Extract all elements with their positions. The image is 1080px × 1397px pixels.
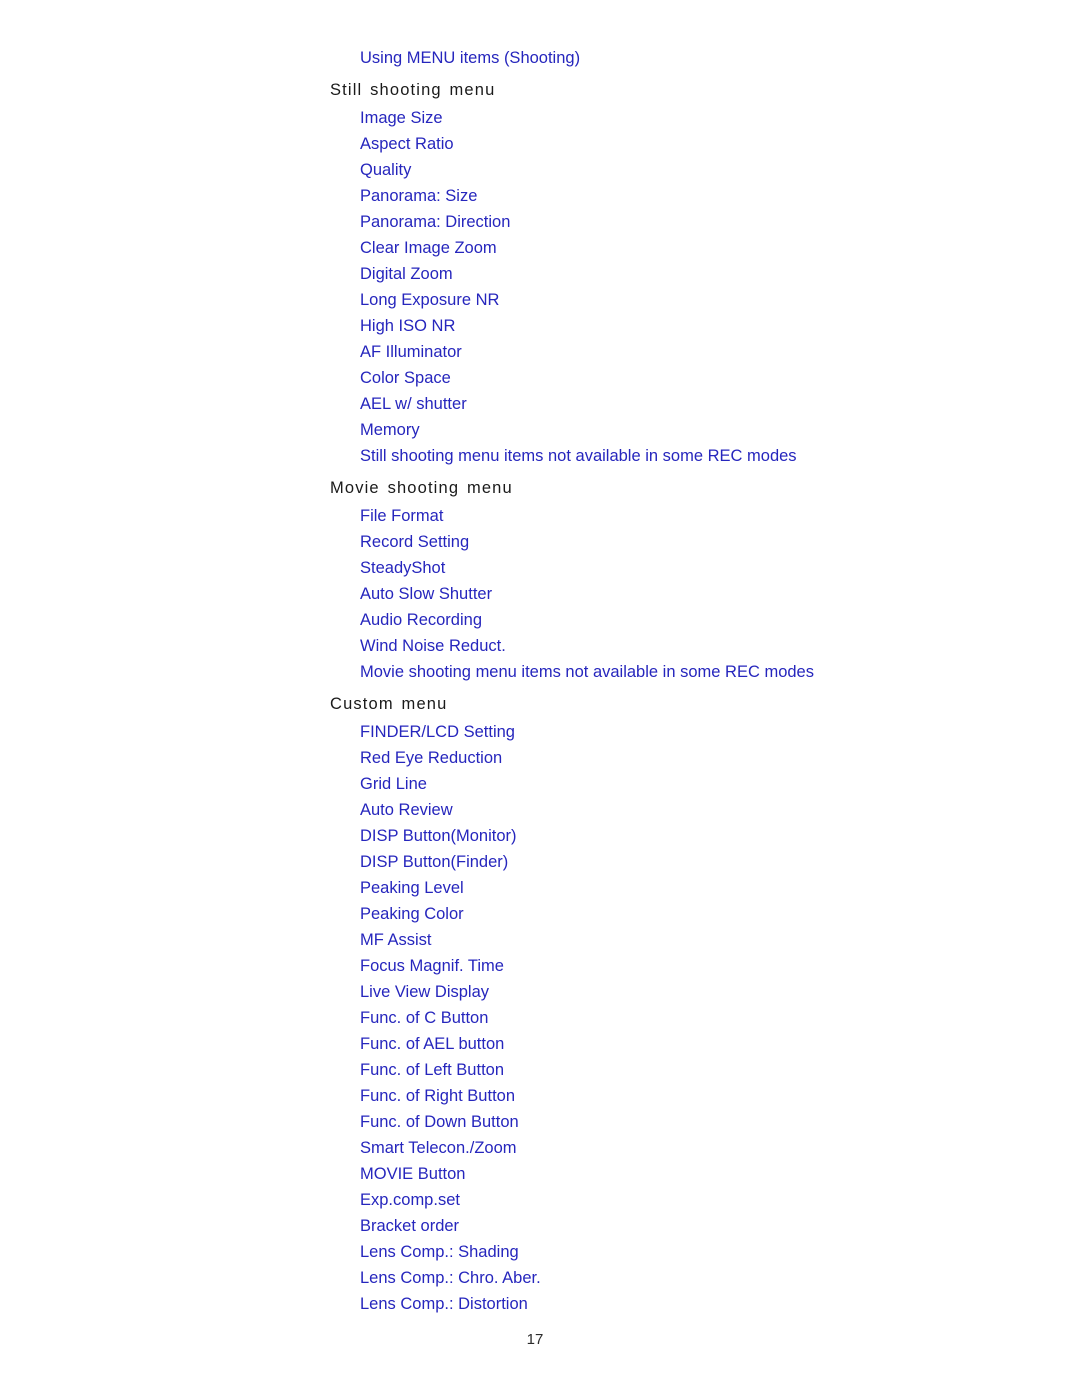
toc-link[interactable]: Func. of C Button	[360, 1005, 1020, 1031]
toc-link[interactable]: Func. of Left Button	[360, 1057, 1020, 1083]
toc-sections: Still shooting menu Image Size Aspect Rati…	[330, 77, 1020, 1317]
toc-link[interactable]: Color Space	[360, 365, 1020, 391]
toc-link[interactable]: Exp.comp.set	[360, 1187, 1020, 1213]
page-number-value: 17	[526, 1331, 544, 1348]
toc-link[interactable]: Auto Review	[360, 797, 1020, 823]
toc-section: Custom menu FINDER/LCD Setting Red Eye Red…	[330, 691, 1020, 1317]
document-page: Using MENU items (Shooting) Still shooti…	[0, 0, 1080, 1397]
toc-link[interactable]: Movie shooting menu items not available …	[360, 659, 1020, 685]
toc-link[interactable]: DISP Button(Finder)	[360, 849, 1020, 875]
toc-link[interactable]: Audio Recording	[360, 607, 1020, 633]
toc-link[interactable]: Peaking Color	[360, 901, 1020, 927]
toc-link[interactable]: Quality	[360, 157, 1020, 183]
toc-link[interactable]: Smart Telecon./Zoom	[360, 1135, 1020, 1161]
toc-link[interactable]: DISP Button(Monitor)	[360, 823, 1020, 849]
toc-link[interactable]: Func. of AEL button	[360, 1031, 1020, 1057]
toc-link[interactable]: Func. of Down Button	[360, 1109, 1020, 1135]
toc-link[interactable]: Panorama: Direction	[360, 209, 1020, 235]
toc-link[interactable]: FINDER/LCD Setting	[360, 719, 1020, 745]
toc-link[interactable]: AEL w/ shutter	[360, 391, 1020, 417]
toc-link[interactable]: Lens Comp.: Distortion	[360, 1291, 1020, 1317]
toc-link[interactable]: Aspect Ratio	[360, 131, 1020, 157]
toc-link[interactable]: Live View Display	[360, 979, 1020, 1005]
toc-link[interactable]: Auto Slow Shutter	[360, 581, 1020, 607]
toc-link[interactable]: Wind Noise Reduct.	[360, 633, 1020, 659]
toc-link[interactable]: High ISO NR	[360, 313, 1020, 339]
toc-content: Using MENU items (Shooting) Still shooti…	[330, 45, 1020, 1323]
toc-link[interactable]: Lens Comp.: Shading	[360, 1239, 1020, 1265]
toc-link[interactable]: Memory	[360, 417, 1020, 443]
toc-link[interactable]: MF Assist	[360, 927, 1020, 953]
toc-link[interactable]: Bracket order	[360, 1213, 1020, 1239]
toc-link[interactable]: AF Illuminator	[360, 339, 1020, 365]
toc-link[interactable]: Image Size	[360, 105, 1020, 131]
section-heading: Custom menu	[330, 695, 448, 713]
toc-link-using-menu-items[interactable]: Using MENU items (Shooting)	[360, 45, 1020, 71]
toc-link[interactable]: Clear Image Zoom	[360, 235, 1020, 261]
toc-link[interactable]: Func. of Right Button	[360, 1083, 1020, 1109]
toc-section: Movie shooting menu File Format Record Set…	[330, 475, 1020, 685]
toc-link[interactable]: SteadyShot	[360, 555, 1020, 581]
toc-link[interactable]: Long Exposure NR	[360, 287, 1020, 313]
toc-link[interactable]: Still shooting menu items not available …	[360, 443, 1020, 469]
toc-link[interactable]: Grid Line	[360, 771, 1020, 797]
toc-link[interactable]: Panorama: Size	[360, 183, 1020, 209]
section-heading: Still shooting menu	[330, 81, 496, 99]
toc-link[interactable]: Digital Zoom	[360, 261, 1020, 287]
toc-link[interactable]: Focus Magnif. Time	[360, 953, 1020, 979]
toc-link[interactable]: File Format	[360, 503, 1020, 529]
section-heading: Movie shooting menu	[330, 479, 513, 497]
page-number: 17	[0, 1330, 1080, 1350]
toc-link[interactable]: Peaking Level	[360, 875, 1020, 901]
toc-link[interactable]: Record Setting	[360, 529, 1020, 555]
toc-section: Still shooting menu Image Size Aspect Rati…	[330, 77, 1020, 469]
toc-link[interactable]: Red Eye Reduction	[360, 745, 1020, 771]
toc-link[interactable]: MOVIE Button	[360, 1161, 1020, 1187]
toc-link[interactable]: Lens Comp.: Chro. Aber.	[360, 1265, 1020, 1291]
